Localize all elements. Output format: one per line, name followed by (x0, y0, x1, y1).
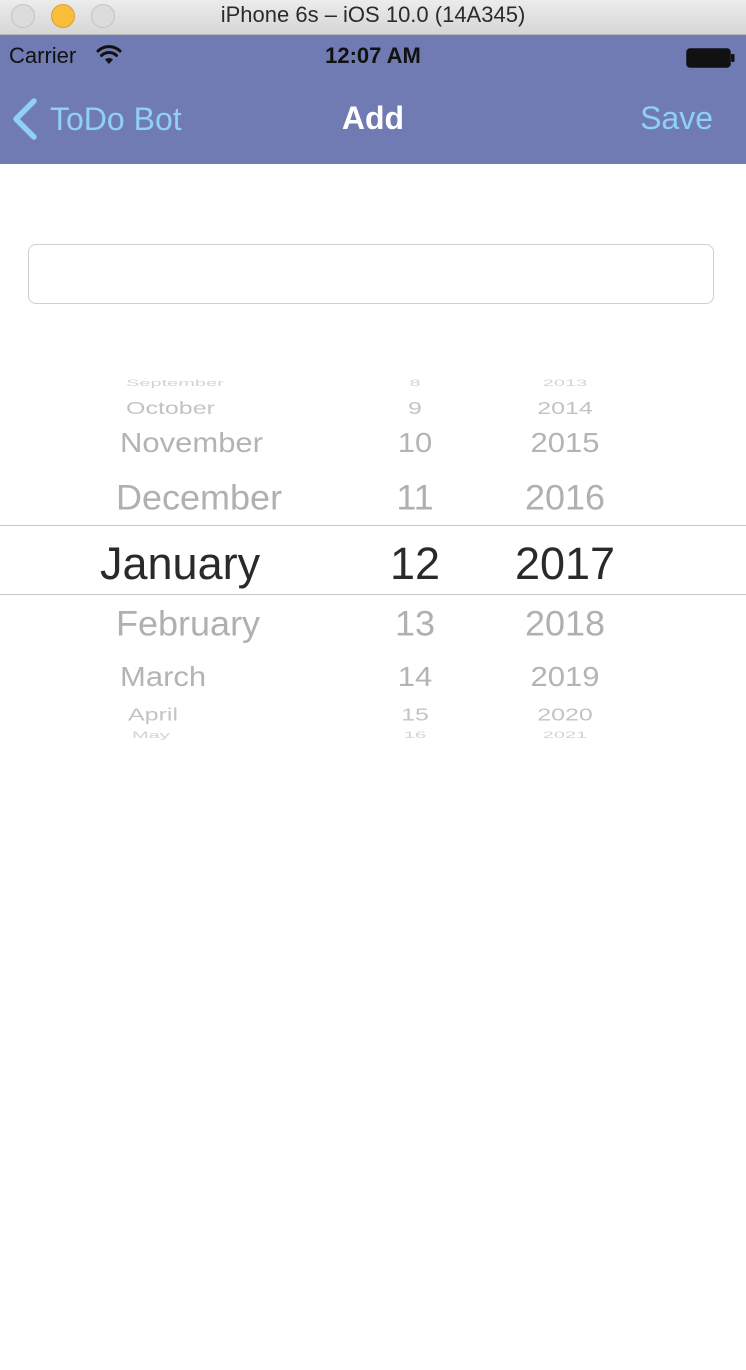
simulator-title: iPhone 6s – iOS 10.0 (14A345) (220, 2, 526, 27)
year-option-2021[interactable]: 2021 (500, 730, 630, 740)
date-picker[interactable]: September October November December January F… (0, 378, 746, 740)
page-title: Add (341, 100, 405, 136)
day-option-10[interactable]: 10 (380, 427, 450, 459)
month-option-november[interactable]: November (120, 427, 360, 459)
simulator-window: iPhone 6s – iOS 10.0 (14A345) Carrier 12… (0, 0, 746, 1370)
day-option-11[interactable]: 11 (380, 478, 450, 519)
year-option-2014[interactable]: 2014 (500, 398, 630, 418)
year-option-2016[interactable]: 2016 (500, 478, 630, 519)
month-option-september[interactable]: September (126, 378, 366, 388)
navigation-bar: ToDo Bot Add Save (0, 75, 746, 164)
battery-icon (686, 48, 735, 68)
day-option-14[interactable]: 14 (380, 661, 450, 693)
month-option-february[interactable]: February (116, 604, 356, 645)
year-option-2013[interactable]: 2013 (500, 378, 630, 388)
month-option-april[interactable]: April (128, 705, 368, 725)
month-option-january[interactable]: January (100, 538, 340, 590)
day-option-15[interactable]: 15 (380, 705, 450, 725)
todo-text-field[interactable] (28, 244, 714, 304)
save-button[interactable]: Save (640, 100, 713, 137)
year-option-2015[interactable]: 2015 (500, 427, 630, 459)
month-option-october[interactable]: October (126, 398, 366, 418)
month-option-may[interactable]: May (132, 730, 372, 740)
year-option-2018[interactable]: 2018 (500, 604, 630, 645)
day-option-12[interactable]: 12 (380, 538, 450, 590)
day-option-9[interactable]: 9 (380, 398, 450, 418)
year-option-2019[interactable]: 2019 (500, 661, 630, 693)
month-wheel[interactable]: September October November December January F… (96, 378, 336, 740)
simulator-title-bar: iPhone 6s – iOS 10.0 (14A345) (0, 0, 746, 35)
year-option-2020[interactable]: 2020 (500, 705, 630, 725)
status-time: 12:07 AM (325, 43, 421, 68)
day-option-8[interactable]: 8 (380, 378, 450, 388)
status-bar: Carrier 12:07 AM (0, 35, 746, 75)
day-option-13[interactable]: 13 (380, 604, 450, 645)
year-wheel[interactable]: 2013 2014 2015 2016 2017 2018 2019 2020 2021 (500, 378, 630, 740)
year-option-2017[interactable]: 2017 (500, 538, 630, 590)
day-option-16[interactable]: 16 (380, 730, 450, 740)
day-wheel[interactable]: 8 9 10 11 12 13 14 15 16 (380, 378, 450, 740)
month-option-march[interactable]: March (120, 661, 360, 693)
month-option-december[interactable]: December (116, 478, 356, 519)
